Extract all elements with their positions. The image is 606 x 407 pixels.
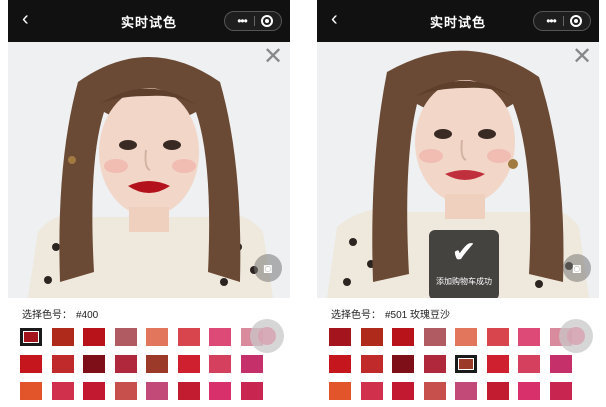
screen-right: ‹ 实时试色 ••• ✕ ◙ ✔ 添加购物车成功 选择色号： #501 玫瑰豆沙 bbox=[317, 0, 599, 407]
camera-icon[interactable]: ◙ bbox=[563, 254, 591, 282]
shade-swatch[interactable] bbox=[240, 382, 263, 400]
shade-swatch[interactable] bbox=[392, 328, 414, 346]
shade-swatch[interactable] bbox=[209, 382, 231, 400]
shade-swatch[interactable] bbox=[83, 355, 105, 373]
face-preview-image bbox=[8, 42, 290, 298]
shade-swatch[interactable] bbox=[549, 382, 572, 400]
close-icon[interactable]: ✕ bbox=[571, 45, 593, 69]
shade-swatch[interactable] bbox=[518, 382, 540, 400]
toast-text: 添加购物车成功 bbox=[436, 277, 492, 286]
shade-swatch[interactable] bbox=[423, 355, 446, 373]
checkmark-icon: ✔ bbox=[451, 236, 477, 269]
close-icon[interactable]: ✕ bbox=[262, 45, 284, 69]
shade-swatch[interactable] bbox=[486, 382, 509, 400]
record-target-icon[interactable] bbox=[261, 15, 273, 27]
shade-magnifier bbox=[559, 319, 593, 353]
shade-swatch[interactable] bbox=[240, 355, 263, 373]
capsule-divider bbox=[563, 16, 564, 26]
shade-swatch[interactable] bbox=[455, 328, 477, 346]
nav-bar: ‹ 实时试色 ••• bbox=[317, 0, 599, 42]
toast-message: ✔ 添加购物车成功 bbox=[429, 230, 499, 298]
shade-swatch[interactable] bbox=[486, 355, 509, 373]
record-target-icon[interactable] bbox=[570, 15, 582, 27]
shade-magnifier bbox=[250, 319, 284, 353]
shade-label-row: 选择色号： #501 玫瑰豆沙 bbox=[331, 306, 450, 321]
shade-swatch[interactable] bbox=[114, 355, 137, 373]
camera-preview: ✕ ◙ bbox=[8, 42, 290, 298]
shade-swatch[interactable] bbox=[518, 328, 540, 346]
shade-swatch[interactable] bbox=[20, 382, 42, 400]
shade-swatch[interactable] bbox=[486, 328, 509, 346]
shade-swatch[interactable] bbox=[20, 355, 42, 373]
shade-code: #501 玫瑰豆沙 bbox=[385, 310, 451, 321]
capsule-divider bbox=[254, 16, 255, 26]
shade-swatch[interactable] bbox=[51, 328, 74, 346]
shade-label-row: 选择色号： #400 bbox=[22, 306, 98, 321]
shade-swatch[interactable] bbox=[20, 328, 42, 346]
shade-swatch[interactable] bbox=[83, 382, 105, 400]
shade-swatch[interactable] bbox=[177, 355, 200, 373]
shade-swatch[interactable] bbox=[392, 382, 414, 400]
shade-swatch[interactable] bbox=[177, 382, 200, 400]
shade-swatch[interactable] bbox=[146, 328, 168, 346]
shade-swatch[interactable] bbox=[329, 382, 351, 400]
mini-program-capsule: ••• bbox=[224, 11, 282, 31]
shade-swatch[interactable] bbox=[146, 355, 168, 373]
shade-swatch[interactable] bbox=[360, 355, 383, 373]
shade-label: 选择色号： bbox=[331, 310, 381, 321]
shade-swatch[interactable] bbox=[518, 355, 540, 373]
shade-swatch[interactable] bbox=[83, 328, 105, 346]
more-dots-icon[interactable]: ••• bbox=[231, 14, 253, 28]
shade-grid bbox=[20, 328, 276, 407]
shade-swatch[interactable] bbox=[360, 328, 383, 346]
more-dots-icon[interactable]: ••• bbox=[540, 14, 562, 28]
shade-swatch[interactable] bbox=[329, 355, 351, 373]
shade-swatch[interactable] bbox=[423, 328, 446, 346]
shade-swatch[interactable] bbox=[146, 382, 168, 400]
camera-icon[interactable]: ◙ bbox=[254, 254, 282, 282]
shade-swatch[interactable] bbox=[455, 382, 477, 400]
shade-swatch[interactable] bbox=[209, 355, 231, 373]
shade-swatch[interactable] bbox=[360, 382, 383, 400]
shade-swatch[interactable] bbox=[392, 355, 414, 373]
mini-program-capsule: ••• bbox=[533, 11, 591, 31]
nav-bar: ‹ 实时试色 ••• bbox=[8, 0, 290, 42]
shade-swatch[interactable] bbox=[114, 328, 137, 346]
screen-left: ‹ 实时试色 ••• ✕ ◙ 选择色号： #400 bbox=[8, 0, 290, 407]
shade-grid bbox=[329, 328, 585, 407]
shade-label: 选择色号： bbox=[22, 310, 72, 321]
shade-swatch[interactable] bbox=[177, 328, 200, 346]
shade-code: #400 bbox=[76, 310, 99, 321]
shade-swatch[interactable] bbox=[549, 355, 572, 373]
shade-swatch[interactable] bbox=[329, 328, 351, 346]
shade-swatch[interactable] bbox=[51, 355, 74, 373]
camera-preview: ✕ ◙ ✔ 添加购物车成功 bbox=[317, 42, 599, 298]
shade-swatch[interactable] bbox=[209, 328, 231, 346]
shade-swatch[interactable] bbox=[51, 382, 74, 400]
shade-swatch[interactable] bbox=[114, 382, 137, 400]
shade-swatch[interactable] bbox=[423, 382, 446, 400]
shade-swatch[interactable] bbox=[455, 355, 477, 373]
